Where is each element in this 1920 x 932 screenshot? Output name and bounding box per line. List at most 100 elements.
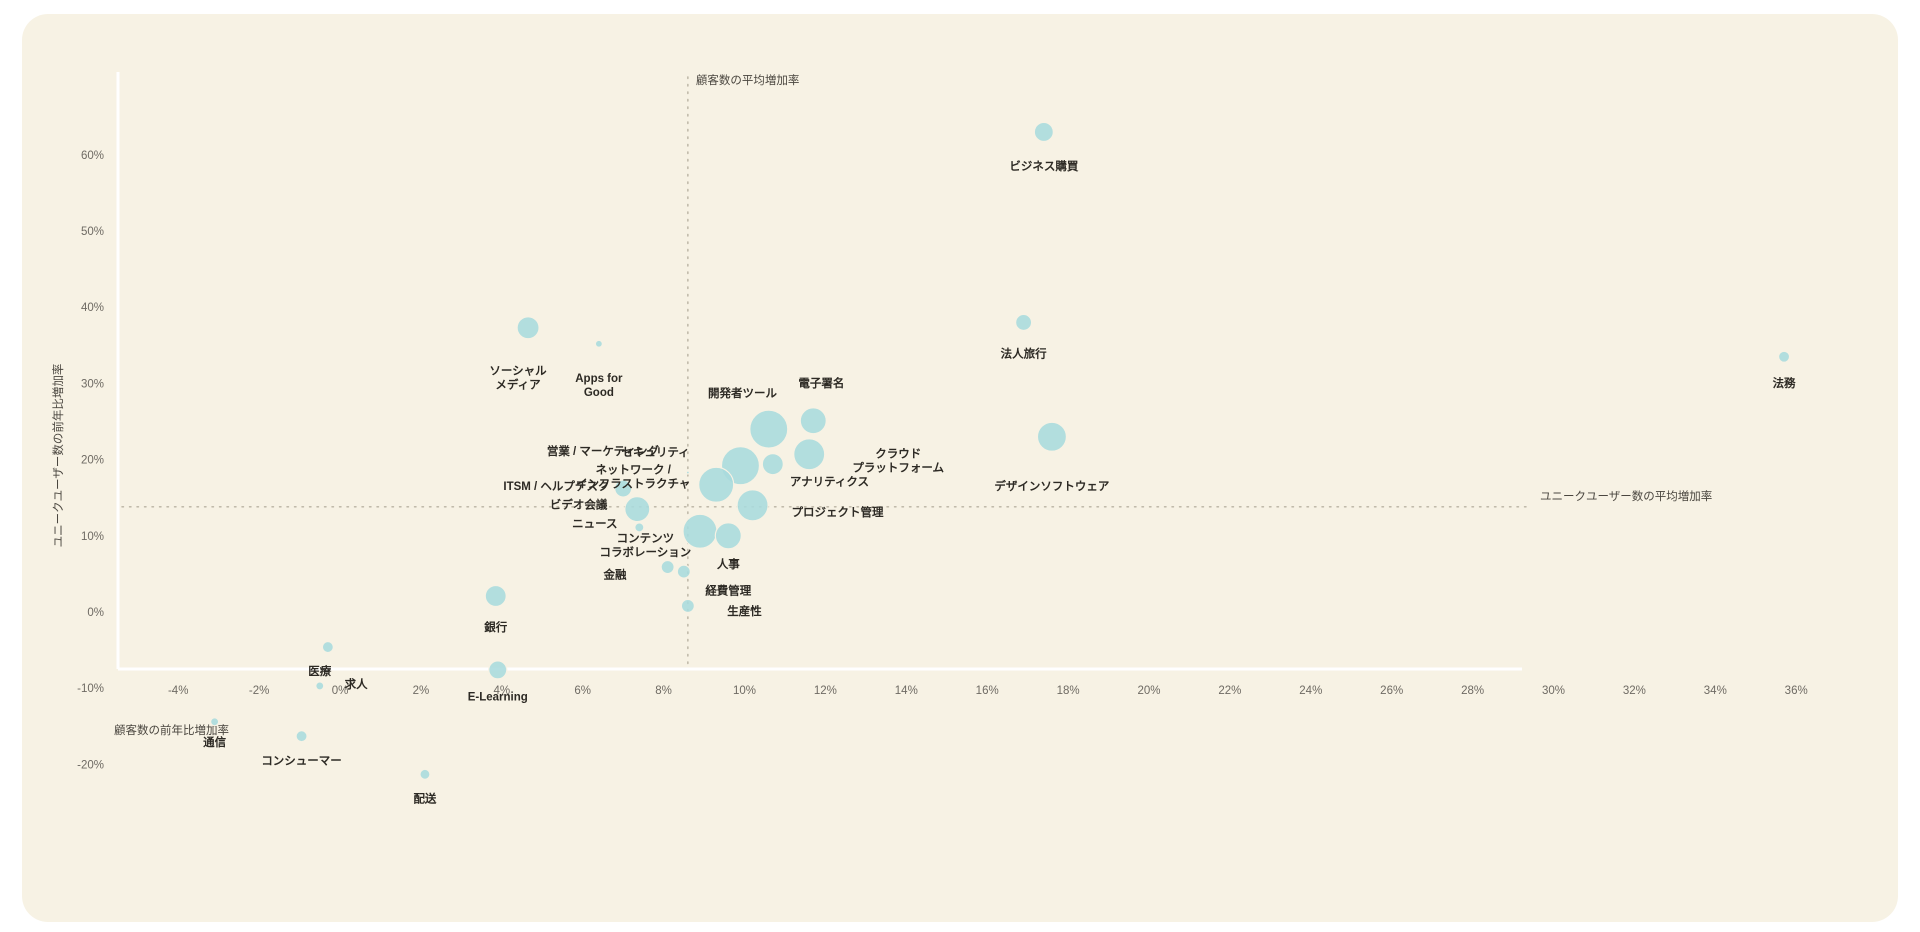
bubble-point[interactable] <box>1033 121 1054 143</box>
bubble-label-line: プラットフォーム <box>852 460 944 474</box>
bubble-label-line: コラボレーション <box>600 545 692 559</box>
bubble-point[interactable] <box>1777 350 1791 363</box>
y-tick-label: -20% <box>77 759 104 771</box>
bubble-label-line: ビデオ会議 <box>550 497 608 511</box>
bubble-point[interactable] <box>484 584 507 608</box>
bubble-point[interactable] <box>682 513 718 549</box>
y-tick-label: 10% <box>81 531 104 543</box>
bubble-label: 開発者ツール <box>708 386 777 400</box>
bubble-label: コンシューマー <box>261 754 342 767</box>
bubble-point[interactable] <box>624 496 651 523</box>
bubble-point[interactable] <box>761 453 784 476</box>
bubble-label-line: デザインソフトウェア <box>994 479 1109 493</box>
bubble-label-line: コンテンツ <box>617 532 675 545</box>
bubble-point[interactable] <box>799 407 827 435</box>
bubble-label-line: ビジネス購買 <box>1009 159 1078 173</box>
bubble-label: 求人 <box>345 677 368 691</box>
bubble-label: 人事 <box>717 557 740 571</box>
bubble-label-line: ITSM / ヘルプデスク <box>503 479 609 493</box>
bubble-point[interactable] <box>594 339 603 348</box>
bubble-point[interactable] <box>295 730 308 743</box>
bubble-label-line: 経費管理 <box>705 583 751 597</box>
bubble-label-line: 配送 <box>413 792 436 806</box>
bubble-label: クラウドプラットフォーム <box>852 447 944 474</box>
bubble-label: 生産性 <box>727 604 762 618</box>
bubble-label-line: 開発者ツール <box>708 386 777 400</box>
y-tick-label: 60% <box>81 150 104 162</box>
x-tick-label: 36% <box>1785 685 1808 697</box>
x-tick-label: 2% <box>413 685 430 697</box>
bubble-label-line: 求人 <box>345 677 368 691</box>
bubble-point[interactable] <box>749 409 789 449</box>
bubble-point[interactable] <box>1015 313 1033 332</box>
mean-line-horizontal-label: ユニークユーザー数の平均増加率 <box>1540 489 1712 503</box>
bubble-layer <box>210 121 1791 780</box>
bubble-label-line: 営業 / マーケティング <box>547 444 660 458</box>
bubble-point[interactable] <box>680 598 695 614</box>
x-tick-label: 26% <box>1380 685 1403 697</box>
bubble-label: ビデオ会議 <box>550 497 608 511</box>
bubble-label: 配送 <box>413 792 436 806</box>
bubble-point[interactable] <box>516 316 540 340</box>
bubble-label-line: ニュース <box>572 518 617 530</box>
bubble-label-line: Apps for <box>575 373 623 385</box>
bubble-point[interactable] <box>634 522 645 533</box>
bubble-label-line: プロジェクト管理 <box>792 505 884 519</box>
bubble-label-line: E-Learning <box>468 691 528 703</box>
bubble-label-line: クラウド <box>875 447 921 460</box>
y-tick-label: 50% <box>81 226 104 238</box>
bubble-label-line: 医療 <box>308 664 331 678</box>
x-tick-label: 20% <box>1137 685 1160 697</box>
bubble-label: 電子署名 <box>798 376 844 390</box>
bubble-point[interactable] <box>685 470 690 475</box>
chart-card: 顧客数の平均増加率 ユニークユーザー数の平均増加率 -4% -2% 0% 2% 4% 6% 8%… <box>22 14 1898 922</box>
bubble-label: 通信 <box>203 735 226 749</box>
bubble-point[interactable] <box>321 640 334 654</box>
x-tick-label: 32% <box>1623 685 1646 697</box>
x-tick-label: 34% <box>1704 685 1727 697</box>
bubble-label: Apps for Good <box>575 373 623 399</box>
bubble-label: コンテンツコラボレーション <box>600 532 692 559</box>
y-tick-label: 30% <box>81 378 104 390</box>
x-tick-label: 8% <box>655 685 672 697</box>
x-tick-label: 18% <box>1057 685 1080 697</box>
y-tick-label: 0% <box>87 607 104 619</box>
bubble-point[interactable] <box>488 660 508 680</box>
bubble-point[interactable] <box>793 438 826 471</box>
x-tick-label: 30% <box>1542 685 1565 697</box>
bubble-point[interactable] <box>1036 421 1068 452</box>
bubble-point[interactable] <box>210 717 220 727</box>
bubble-label-line: アナリティクス <box>790 476 869 489</box>
y-tick-label: 20% <box>81 455 104 467</box>
bubble-point[interactable] <box>315 681 325 691</box>
x-tick-label: 28% <box>1461 685 1484 697</box>
bubble-point[interactable] <box>660 559 675 575</box>
bubble-label: ITSM / ヘルプデスク <box>503 479 609 493</box>
bubble-label: アナリティクス <box>790 476 869 489</box>
bubble-label: デザインソフトウェア <box>994 479 1109 493</box>
bubble-chart: 顧客数の平均増加率 ユニークユーザー数の平均増加率 -4% -2% 0% 2% 4% 6% 8%… <box>22 14 1898 922</box>
bubble-label-line: 法人旅行 <box>1001 346 1047 360</box>
bubble-label: 法人旅行 <box>1001 346 1047 360</box>
y-tick-label: -10% <box>77 683 104 695</box>
bubble-label: 営業 / マーケティング <box>547 444 660 458</box>
bubble-label: 医療 <box>308 664 331 678</box>
bubble-label: ビジネス購買 <box>1009 159 1078 173</box>
bubble-label-line: 金融 <box>603 567 627 581</box>
bubble-label-line: コンシューマー <box>261 754 342 767</box>
bubble-point[interactable] <box>698 466 735 503</box>
x-tick-label: 24% <box>1299 685 1322 697</box>
x-tick-label: 6% <box>574 685 591 697</box>
bubble-label: 金融 <box>603 567 627 581</box>
x-tick-label: 16% <box>976 685 999 697</box>
mean-line-vertical-label: 顧客数の平均増加率 <box>696 73 800 87</box>
bubble-point[interactable] <box>714 522 742 550</box>
bubble-point[interactable] <box>419 768 431 780</box>
bubble-point[interactable] <box>676 564 691 579</box>
bubble-label-line: ネットワーク / <box>596 463 672 476</box>
bubble-label-line: ソーシャル <box>489 364 547 377</box>
bubble-point[interactable] <box>736 489 769 522</box>
x-tick-label: -2% <box>249 685 269 697</box>
bubble-label-line: 法務 <box>1773 376 1796 390</box>
x-tick-label: 10% <box>733 685 756 697</box>
